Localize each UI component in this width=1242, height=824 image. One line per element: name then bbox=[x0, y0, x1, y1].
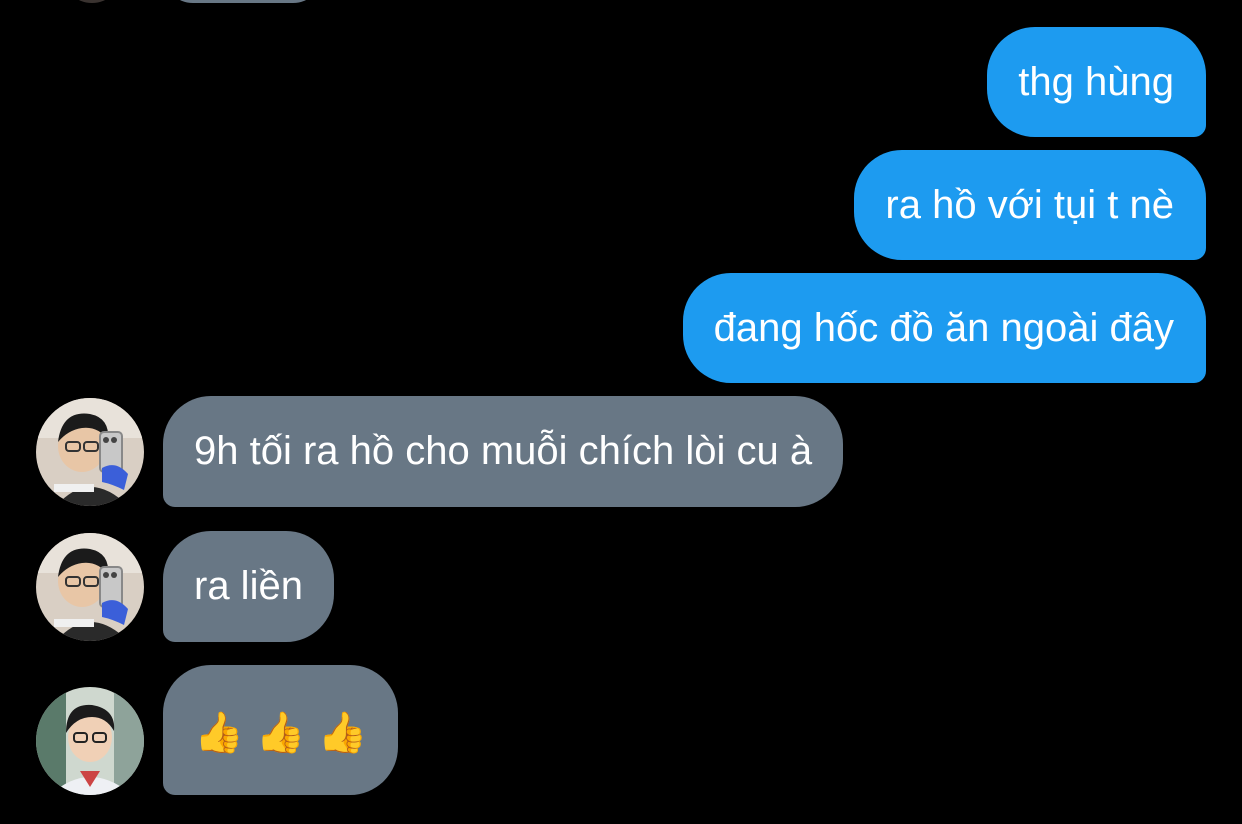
user-avatar[interactable] bbox=[36, 533, 144, 641]
message-text: thg hùng bbox=[1018, 60, 1174, 104]
thumbs-up-icon: 👍 bbox=[194, 711, 244, 755]
user-avatar-photo-icon bbox=[36, 533, 144, 641]
previous-message-bubble-cropped bbox=[163, 0, 323, 3]
sent-message-bubble[interactable]: ra hồ với tụi t nè bbox=[854, 150, 1206, 260]
message-text: ra hồ với tụi t nè bbox=[885, 183, 1174, 227]
user-avatar-photo-icon bbox=[36, 398, 144, 506]
user-avatar-photo-icon bbox=[36, 687, 144, 795]
message-text: 9h tối ra hồ cho muỗi chích lòi cu à bbox=[194, 429, 813, 473]
message-text: đang hốc đồ ăn ngoài đây bbox=[713, 306, 1174, 350]
received-message-bubble[interactable]: 9h tối ra hồ cho muỗi chích lòi cu à bbox=[163, 396, 844, 507]
message-text: ra liền bbox=[194, 564, 303, 608]
received-message-bubble[interactable]: ra liền bbox=[163, 531, 334, 642]
thumbs-up-icon: 👍 bbox=[255, 711, 306, 755]
sent-message-bubble[interactable]: đang hốc đồ ăn ngoài đây bbox=[682, 273, 1206, 383]
sent-message-bubble[interactable]: thg hùng bbox=[987, 27, 1206, 137]
user-avatar[interactable] bbox=[36, 398, 144, 506]
received-message-bubble[interactable]: 👍 👍 👍 bbox=[163, 665, 399, 795]
thumbs-up-icon: 👍 bbox=[317, 711, 368, 755]
previous-avatar-cropped bbox=[62, 0, 122, 3]
user-avatar[interactable] bbox=[36, 687, 144, 795]
